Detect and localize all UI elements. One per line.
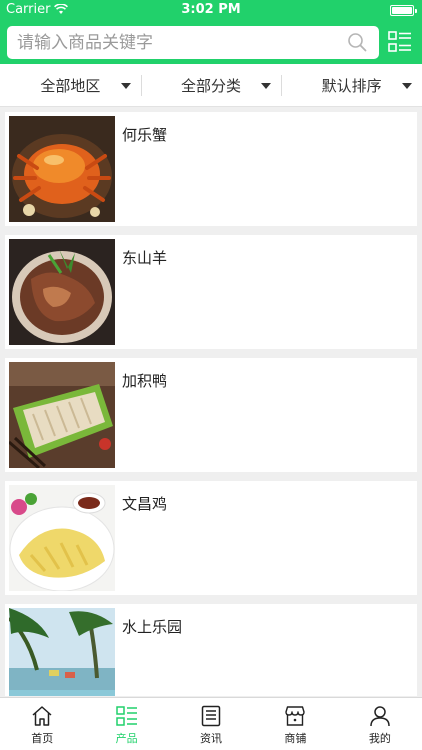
crab-dish-photo (9, 116, 115, 222)
search-input[interactable] (17, 26, 337, 59)
filter-bar: 全部地区 全部分类 默认排序 (0, 64, 422, 107)
home-icon (32, 706, 52, 726)
tab-products-label: 产品 (115, 732, 138, 745)
battery-icon (390, 5, 417, 16)
status-time: 3:02 PM (181, 2, 241, 17)
tab-bar: 首页 产品 资讯 商铺 我的 (0, 697, 422, 750)
item-title: 文昌鸡 (122, 495, 168, 513)
tab-profile[interactable]: 我的 (338, 698, 422, 750)
list-item[interactable]: 何乐蟹 (5, 112, 417, 226)
tab-profile-label: 我的 (368, 732, 391, 745)
item-title: 水上乐园 (122, 618, 183, 636)
tab-home-label: 首页 (31, 732, 54, 745)
search-box[interactable] (7, 26, 379, 59)
filter-region[interactable]: 全部地区 (0, 64, 141, 106)
filter-category[interactable]: 全部分类 (140, 64, 282, 106)
list-item[interactable]: 东山羊 (5, 235, 417, 349)
tab-news-label: 资讯 (200, 732, 223, 745)
status-bar: Carrier 3:02 PM (0, 0, 422, 20)
item-title: 何乐蟹 (122, 126, 168, 144)
category-grid-icon[interactable] (388, 31, 412, 53)
tab-store-label: 商铺 (284, 732, 307, 745)
news-icon (201, 705, 221, 727)
search-icon[interactable] (347, 32, 367, 52)
list-item[interactable]: 加积鸭 (5, 358, 417, 472)
item-title: 东山羊 (122, 249, 168, 267)
tab-home[interactable]: 首页 (0, 698, 84, 750)
products-icon (115, 706, 137, 726)
water-park-photo (9, 608, 115, 696)
caret-down-icon (120, 83, 131, 89)
filter-sort-label: 默认排序 (321, 76, 382, 95)
search-header (0, 20, 422, 64)
list-item[interactable]: 水上乐园 (5, 604, 417, 696)
chicken-dish-photo (9, 485, 115, 591)
item-title: 加积鸭 (122, 372, 168, 390)
goat-meat-photo (9, 239, 115, 345)
tab-store[interactable]: 商铺 (253, 698, 337, 750)
caret-down-icon (402, 83, 413, 89)
filter-region-label: 全部地区 (40, 76, 101, 95)
tab-news[interactable]: 资讯 (169, 698, 253, 750)
store-icon (285, 706, 306, 726)
filter-sort[interactable]: 默认排序 (281, 64, 422, 106)
product-list: 何乐蟹 东山羊 加积鸭 文昌鸡 水上乐园 (0, 108, 422, 696)
caret-down-icon (261, 83, 272, 89)
profile-icon (370, 706, 390, 727)
duck-dish-photo (9, 362, 115, 468)
tab-products[interactable]: 产品 (84, 698, 168, 750)
list-item[interactable]: 文昌鸡 (5, 481, 417, 595)
filter-category-label: 全部分类 (181, 76, 242, 95)
